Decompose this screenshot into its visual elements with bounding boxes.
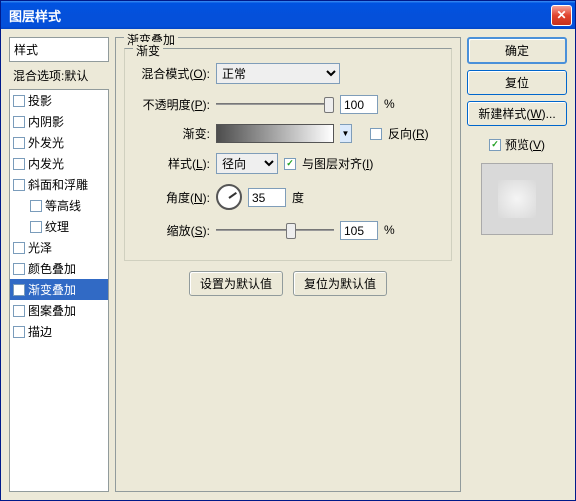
reverse-label: 反向(R) <box>388 125 429 142</box>
set-default-button[interactable]: 设置为默认值 <box>189 271 283 296</box>
pct-label: % <box>384 97 395 111</box>
preview-checkbox[interactable] <box>489 139 501 151</box>
style-select[interactable]: 径向 <box>216 153 278 174</box>
style-item-斜面和浮雕[interactable]: 斜面和浮雕 <box>10 174 108 195</box>
style-checkbox[interactable] <box>13 116 25 128</box>
style-item-label: 光泽 <box>28 239 52 256</box>
style-item-内发光[interactable]: 内发光 <box>10 153 108 174</box>
opacity-label: 不透明度(P): <box>135 96 210 113</box>
new-style-button[interactable]: 新建样式(W)... <box>467 101 567 126</box>
style-item-颜色叠加[interactable]: 颜色叠加 <box>10 258 108 279</box>
style-item-label: 等高线 <box>45 197 81 214</box>
style-item-纹理[interactable]: 纹理 <box>10 216 108 237</box>
align-checkbox[interactable] <box>284 158 296 170</box>
style-item-描边[interactable]: 描边 <box>10 321 108 342</box>
style-checkbox[interactable] <box>13 305 25 317</box>
style-item-外发光[interactable]: 外发光 <box>10 132 108 153</box>
style-checkbox[interactable] <box>13 95 25 107</box>
scale-label: 缩放(S): <box>135 222 210 239</box>
style-item-渐变叠加[interactable]: 渐变叠加 <box>10 279 108 300</box>
style-item-光泽[interactable]: 光泽 <box>10 237 108 258</box>
gradient-label: 渐变: <box>135 125 210 142</box>
style-checkbox[interactable] <box>13 242 25 254</box>
style-checkbox[interactable] <box>13 137 25 149</box>
style-checkbox[interactable] <box>13 284 25 296</box>
style-checkbox[interactable] <box>13 179 25 191</box>
window-title: 图层样式 <box>9 6 551 25</box>
blend-options-label[interactable]: 混合选项:默认 <box>9 65 109 86</box>
blend-mode-label: 混合模式(O): <box>135 65 210 82</box>
gradient-dropdown[interactable]: ▼ <box>340 124 352 143</box>
style-label: 样式(L): <box>135 155 210 172</box>
style-item-等高线[interactable]: 等高线 <box>10 195 108 216</box>
gradient-preview[interactable] <box>216 124 334 143</box>
reverse-checkbox[interactable] <box>370 128 382 140</box>
style-item-label: 内发光 <box>28 155 64 172</box>
opacity-value[interactable]: 100 <box>340 95 378 114</box>
pct-label: % <box>384 223 395 237</box>
style-item-label: 内阴影 <box>28 113 64 130</box>
style-item-label: 投影 <box>28 92 52 109</box>
style-item-图案叠加[interactable]: 图案叠加 <box>10 300 108 321</box>
angle-label: 角度(N): <box>135 189 210 206</box>
angle-unit: 度 <box>292 189 304 206</box>
style-list: 投影内阴影外发光内发光斜面和浮雕等高线纹理光泽颜色叠加渐变叠加图案叠加描边 <box>9 89 109 492</box>
style-item-内阴影[interactable]: 内阴影 <box>10 111 108 132</box>
cancel-button[interactable]: 复位 <box>467 70 567 95</box>
opacity-slider[interactable] <box>216 94 334 114</box>
blend-mode-select[interactable]: 正常 <box>216 63 340 84</box>
style-checkbox[interactable] <box>13 326 25 338</box>
style-item-label: 斜面和浮雕 <box>28 176 88 193</box>
style-checkbox[interactable] <box>30 221 42 233</box>
styles-header: 样式 <box>9 37 109 62</box>
style-item-label: 渐变叠加 <box>28 281 76 298</box>
angle-value[interactable]: 35 <box>248 188 286 207</box>
style-item-label: 纹理 <box>45 218 69 235</box>
style-item-label: 图案叠加 <box>28 302 76 319</box>
style-item-投影[interactable]: 投影 <box>10 90 108 111</box>
close-button[interactable]: ✕ <box>551 5 572 26</box>
scale-slider[interactable] <box>216 220 334 240</box>
angle-dial[interactable] <box>216 184 242 210</box>
ok-button[interactable]: 确定 <box>467 37 567 64</box>
style-item-label: 颜色叠加 <box>28 260 76 277</box>
align-label: 与图层对齐(I) <box>302 155 373 172</box>
style-checkbox[interactable] <box>13 158 25 170</box>
style-checkbox[interactable] <box>13 263 25 275</box>
preview-label: 预览(V) <box>505 136 545 153</box>
style-item-label: 描边 <box>28 323 52 340</box>
style-checkbox[interactable] <box>30 200 42 212</box>
style-item-label: 外发光 <box>28 134 64 151</box>
preview-swatch <box>481 163 553 235</box>
scale-value[interactable]: 105 <box>340 221 378 240</box>
reset-default-button[interactable]: 复位为默认值 <box>293 271 387 296</box>
inner-title: 渐变 <box>133 42 163 59</box>
